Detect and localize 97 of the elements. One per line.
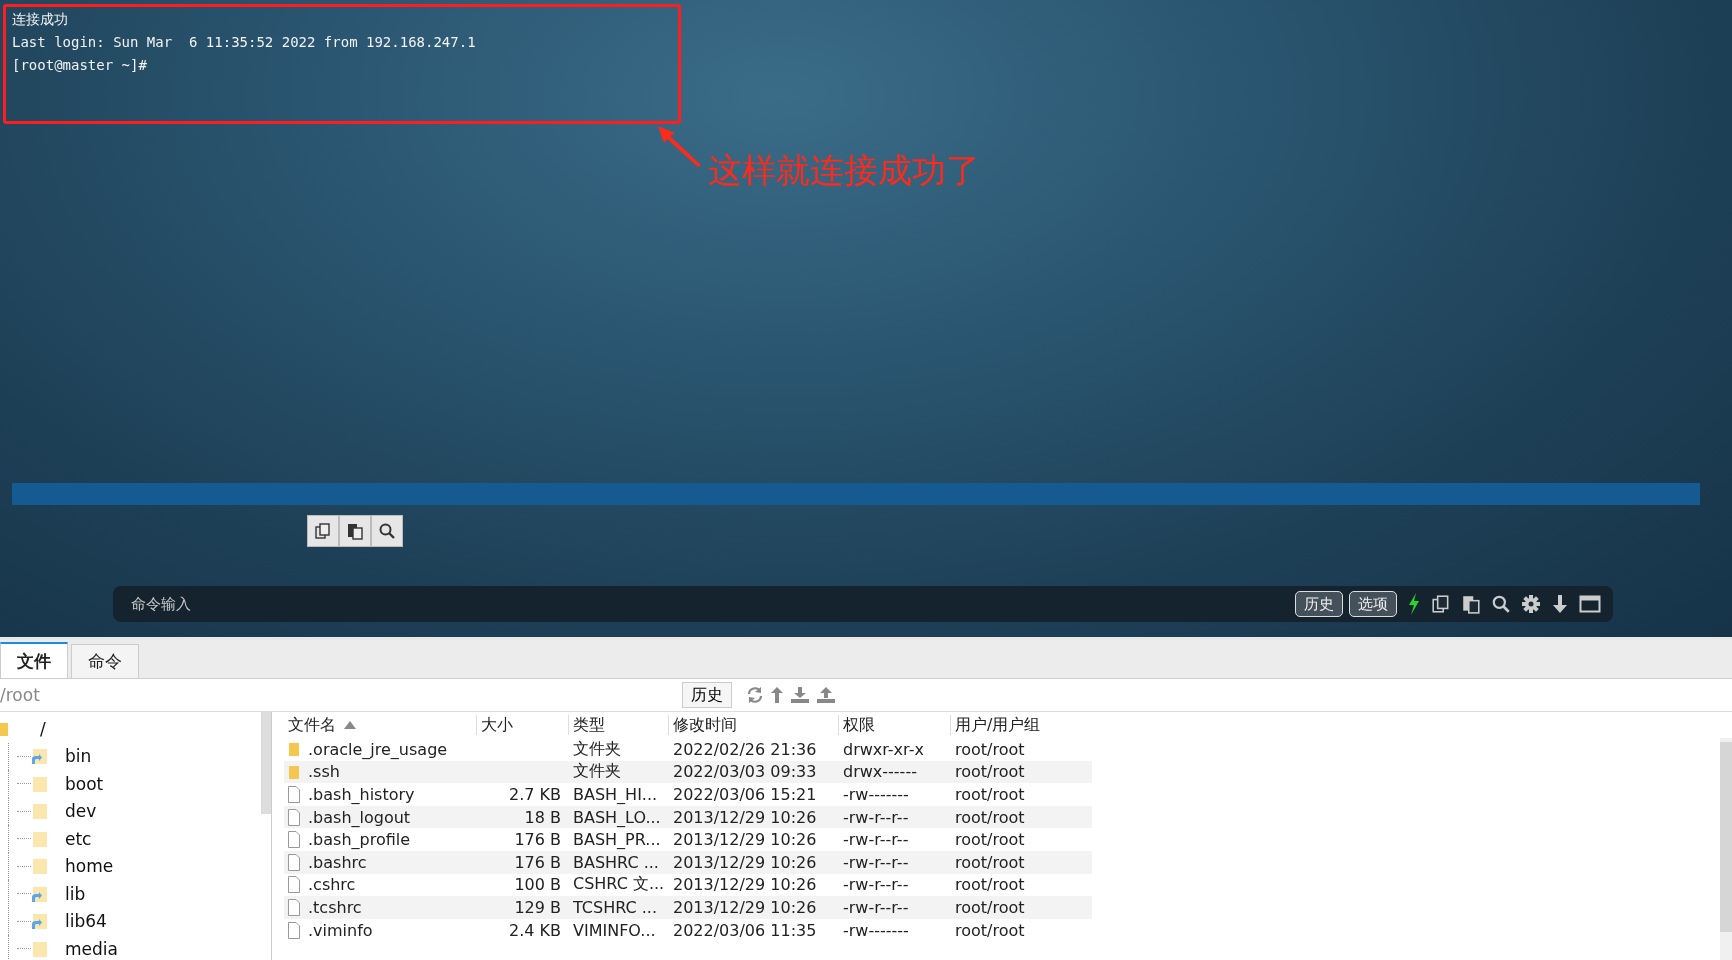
command-input[interactable]: 命令输入 [113, 586, 1289, 622]
table-cell: 2013/12/29 10:26 [673, 897, 817, 917]
tab[interactable]: 文件 [0, 642, 68, 678]
tree-item[interactable]: / [40, 718, 46, 739]
paste-icon[interactable] [1461, 594, 1481, 614]
file-name[interactable]: .bash_logout [308, 807, 411, 827]
table-cell: BASH_HI... [573, 785, 658, 804]
table-cell: -rw------- [843, 785, 909, 804]
tree-item[interactable]: etc [65, 828, 92, 849]
file-name[interactable]: .ssh [308, 762, 340, 782]
annotation-arrow [655, 123, 703, 167]
file-name[interactable]: .oracle_jre_usage [308, 739, 448, 759]
copy-icon [314, 522, 332, 540]
scrollbar-thumb[interactable] [261, 712, 271, 814]
table-cell: 18 B [524, 807, 561, 827]
table-cell: 2022/03/06 11:35 [673, 920, 817, 940]
tree-item[interactable]: media [65, 938, 118, 959]
table-cell: BASH_PR... [573, 830, 661, 850]
terminal-line: 连接成功 [12, 10, 68, 29]
table-cell: 2013/12/29 10:26 [673, 852, 817, 872]
table-cell: 2013/12/29 10:26 [673, 807, 817, 827]
table-cell: root/root [955, 739, 1025, 759]
table-cell: 129 B [514, 897, 561, 917]
table-cell: root/root [955, 762, 1025, 782]
table-cell: -rw-r--r-- [843, 807, 909, 827]
table-cell: 2022/03/06 15:21 [673, 785, 817, 804]
table-cell: 176 B [514, 852, 561, 872]
file-name[interactable]: .cshrc [308, 875, 356, 895]
paste-icon [346, 522, 364, 540]
column-header[interactable]: 文件名 [284, 715, 477, 735]
tab[interactable]: 命令 [71, 644, 139, 678]
table-cell: root/root [955, 807, 1025, 827]
upload-icon[interactable] [816, 686, 836, 704]
file-name[interactable]: .tcshrc [308, 897, 362, 917]
search-icon [378, 522, 396, 540]
tree-item[interactable]: boot [65, 773, 104, 794]
table-cell: TCSHRC ... [573, 897, 658, 917]
tree-item[interactable]: lib [65, 883, 86, 904]
table-cell: CSHRC 文... [573, 874, 665, 894]
history-button[interactable]: 历史 [682, 682, 732, 708]
table-cell: root/root [955, 897, 1025, 917]
table-cell: 2022/02/26 21:36 [673, 739, 817, 759]
table-cell: BASH_LO... [573, 807, 661, 827]
table-cell: root/root [955, 920, 1025, 940]
table-cell: -rw-r--r-- [843, 852, 909, 872]
paste-button[interactable] [339, 515, 371, 547]
table-cell: 100 B [514, 875, 561, 895]
column-header[interactable]: 大小 [477, 715, 569, 735]
table-cell: root/root [955, 785, 1025, 804]
file-name[interactable]: .viminfo [308, 920, 373, 940]
table-cell: BASHRC ... [573, 852, 659, 872]
toolbar-button[interactable]: 选项 [1349, 591, 1397, 617]
table-cell: 2.7 KB [509, 785, 561, 804]
column-header[interactable]: 用户/用户组 [951, 715, 1131, 735]
table-cell: 2.4 KB [509, 920, 561, 940]
tree-item[interactable]: dev [65, 801, 97, 822]
column-header[interactable]: 修改时间 [669, 715, 839, 735]
table-cell: 2022/03/03 09:33 [673, 762, 817, 782]
tree-item[interactable]: home [65, 856, 114, 877]
table-cell: 文件夹 [573, 761, 621, 781]
toolbar-button[interactable]: 历史 [1295, 591, 1343, 617]
refresh-icon[interactable] [746, 686, 764, 704]
table-cell: drwx------ [843, 762, 917, 782]
folder-icon [0, 720, 10, 737]
table-cell: 2013/12/29 10:26 [673, 830, 817, 850]
file-name[interactable]: .bash_history [308, 785, 415, 804]
terminal-line: Last login: Sun Mar 6 11:35:52 2022 from 192.168.247.1 [12, 33, 476, 52]
tree-item[interactable]: bin [65, 746, 92, 767]
copy-button[interactable] [307, 515, 339, 547]
table-cell: VIMINFO... [573, 920, 656, 940]
download-icon[interactable] [790, 686, 810, 704]
copy-icon[interactable] [1431, 594, 1451, 614]
table-cell: root/root [955, 830, 1025, 850]
file-name[interactable]: .bash_profile [308, 830, 411, 850]
annotation-text: 这样就连接成功了 [708, 149, 980, 192]
table-cell: -rw-r--r-- [843, 875, 909, 895]
lightning-icon[interactable] [1407, 593, 1421, 615]
search-button[interactable] [371, 515, 403, 547]
down-arrow-icon[interactable] [1551, 594, 1569, 614]
tree-item[interactable]: lib64 [65, 911, 107, 932]
window-icon[interactable] [1579, 595, 1601, 613]
table-cell: root/root [955, 852, 1025, 872]
settings-icon[interactable] [1521, 594, 1541, 614]
table-cell: root/root [955, 875, 1025, 895]
file-name[interactable]: .bashrc [308, 852, 367, 872]
table-cell: 176 B [514, 830, 561, 850]
table-cell: -rw-r--r-- [843, 830, 909, 850]
table-cell: 2013/12/29 10:26 [673, 875, 817, 895]
table-cell: 文件夹 [573, 738, 621, 758]
column-header[interactable]: 权限 [839, 715, 951, 735]
search-icon[interactable] [1491, 594, 1511, 614]
table-cell: -rw-r--r-- [843, 897, 909, 917]
column-header[interactable]: 类型 [569, 715, 669, 735]
terminal-line: [root@master ~]# [12, 56, 147, 75]
table-cell: -rw------- [843, 920, 909, 940]
up-arrow-icon[interactable] [770, 686, 784, 704]
table-cell: drwxr-xr-x [843, 739, 924, 759]
